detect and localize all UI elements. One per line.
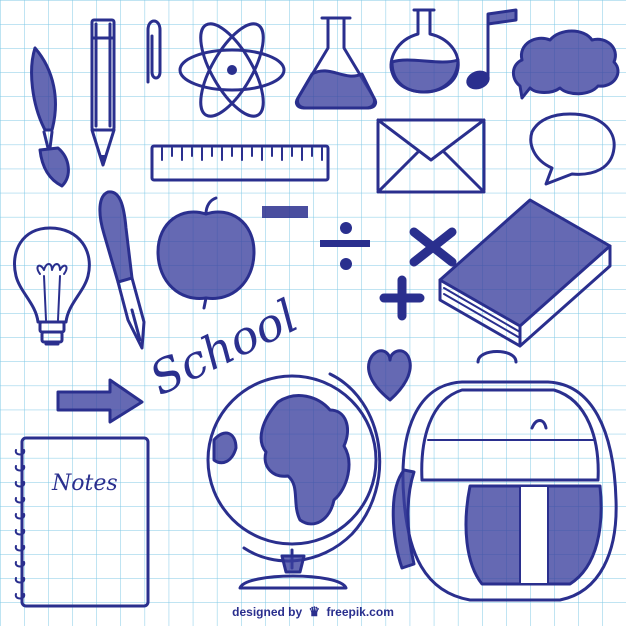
designer-credit: designed by ♛ freepik.com xyxy=(0,604,626,620)
freepik-crown-icon: ♛ xyxy=(308,604,321,619)
credit-site: freepik.com xyxy=(326,605,394,619)
notes-label: Notes xyxy=(51,471,118,496)
doodle-illustration: School Notes xyxy=(0,0,626,626)
credit-prefix: designed by xyxy=(232,605,303,619)
doodle-canvas: School Notes designed by ♛ freepik.com xyxy=(0,0,626,626)
minus-sign-icon xyxy=(262,206,308,218)
